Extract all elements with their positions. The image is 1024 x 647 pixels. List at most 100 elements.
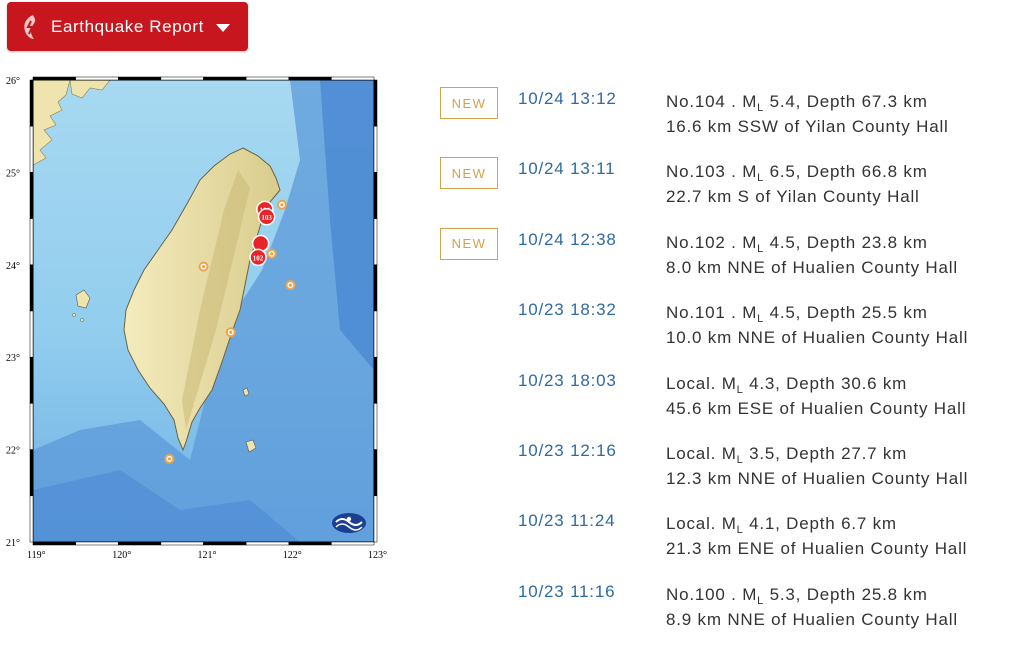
report-row[interactable]: 10/23 18:03 Local. ML 4.3, Depth 30.6 km 4…: [440, 366, 1024, 436]
report-info[interactable]: No.103 . ML 6.5, Depth 66.8 km 22.7 km S …: [666, 159, 928, 209]
report-info[interactable]: No.104 . ML 5.4, Depth 67.3 km 16.6 km SS…: [666, 89, 949, 139]
report-location: 8.0 km NNE of Hualien County Hall: [666, 257, 958, 277]
new-badge: NEW: [440, 87, 498, 119]
report-magnitude-line: No.104 . ML 5.4, Depth 67.3 km: [666, 89, 949, 114]
frame-segment: [29, 79, 34, 127]
lat-label: 25°: [6, 168, 20, 179]
earthquake-report-list: NEW 10/24 13:12 No.104 . ML 5.4, Depth 67.…: [440, 84, 1024, 647]
frame-segment: [203, 541, 247, 546]
event-marker-dot: [280, 203, 284, 207]
report-magnitude-line: No.102 . ML 4.5, Depth 23.8 km: [666, 230, 958, 255]
report-time[interactable]: 10/24 12:38: [518, 230, 617, 250]
frame-segment: [118, 76, 162, 81]
earthquake-icon: [21, 14, 43, 40]
cwa-logo-icon: [332, 513, 366, 533]
report-location: 12.3 km NNE of Hualien County Hall: [666, 468, 969, 488]
event-marker-dot: [288, 283, 293, 287]
magnitude-symbol: M: [721, 514, 737, 534]
report-location: 45.6 km ESE of Hualien County Hall: [666, 398, 967, 418]
frame-segment: [29, 264, 34, 312]
report-info[interactable]: No.100 . ML 5.3, Depth 25.8 km 8.9 km NNE…: [666, 582, 958, 632]
report-info[interactable]: Local. ML 4.3, Depth 30.6 km 45.6 km ESE …: [666, 371, 966, 421]
frame-segment: [29, 403, 34, 450]
report-location: 16.6 km SSW of Yilan County Hall: [666, 117, 949, 136]
lon-label: 122°: [283, 550, 302, 561]
frame-segment: [331, 541, 375, 546]
lat-label: 26°: [6, 76, 20, 87]
report-time[interactable]: 10/23 18:03: [518, 371, 617, 391]
report-magnitude-line: Local. ML 4.3, Depth 30.6 km: [666, 371, 966, 396]
report-magnitude-line: No.103 . ML 6.5, Depth 66.8 km: [666, 159, 928, 184]
report-id: No.102 .: [666, 232, 743, 252]
report-info[interactable]: No.102 . ML 4.5, Depth 23.8 km 8.0 km NNE…: [666, 230, 958, 280]
report-magnitude-line: Local. ML 4.1, Depth 6.7 km: [666, 511, 967, 536]
frame-segment: [373, 125, 378, 173]
report-time[interactable]: 10/23 11:16: [518, 582, 615, 602]
report-row[interactable]: NEW 10/24 13:11 No.103 . ML 6.5, Depth 66.…: [440, 154, 1024, 224]
lon-label: 120°: [112, 550, 131, 561]
magnitude-depth: 4.3, Depth 30.6 km: [743, 373, 908, 393]
frame-segment: [373, 449, 378, 497]
magnitude-depth: 4.5, Depth 25.5 km: [764, 303, 928, 323]
lon-label: 121°: [198, 550, 217, 561]
magnitude-depth: 3.5, Depth 27.7 km: [743, 443, 908, 463]
frame-segment: [373, 79, 378, 127]
lat-label: 23°: [6, 353, 20, 364]
event-marker-label: 103: [261, 214, 272, 222]
new-badge: NEW: [440, 157, 498, 190]
magnitude-symbol: M: [742, 303, 758, 323]
frame-segment: [75, 76, 119, 81]
frame-segment: [373, 218, 378, 266]
magnitude-symbol: M: [742, 232, 758, 252]
lat-label: 21°: [6, 538, 20, 549]
event-marker-dot: [201, 265, 206, 269]
report-location: 10.0 km NNE of Hualien County Hall: [666, 328, 969, 348]
report-time[interactable]: 10/24 13:11: [518, 159, 615, 179]
frame-segment: [29, 218, 34, 266]
frame-segment: [373, 264, 378, 312]
frame-segment: [288, 541, 332, 546]
report-id: No.101 .: [666, 303, 743, 323]
frame-segment: [160, 76, 204, 81]
magnitude-symbol: M: [742, 584, 758, 604]
new-badge: NEW: [440, 227, 498, 260]
report-time[interactable]: 10/23 18:32: [518, 300, 617, 320]
report-time[interactable]: 10/23 11:24: [518, 511, 615, 531]
frame-segment: [118, 541, 162, 546]
frame-segment: [373, 495, 378, 543]
report-row[interactable]: 10/23 11:24 Local. ML 4.1, Depth 6.7 km 21…: [440, 506, 1024, 576]
earthquake-report-dropdown-button[interactable]: Earthquake Report: [7, 2, 248, 51]
frame-segment: [373, 403, 378, 450]
frame-segment: [373, 356, 378, 404]
frame-segment: [29, 125, 34, 173]
report-row[interactable]: 10/23 11:16 No.100 . ML 5.3, Depth 25.8 k…: [440, 577, 1024, 647]
frame-segment: [32, 541, 76, 546]
report-info[interactable]: Local. ML 4.1, Depth 6.7 km 21.3 km ENE o…: [666, 511, 967, 561]
magnitude-subscript: L: [736, 524, 744, 537]
report-location: 21.3 km ENE of Hualien County Hall: [666, 539, 968, 559]
frame-segment: [29, 449, 34, 497]
frame-segment: [288, 76, 332, 81]
frame-segment: [245, 76, 289, 81]
magnitude-depth: 4.5, Depth 23.8 km: [764, 232, 928, 252]
frame-segment: [29, 172, 34, 219]
lat-label: 22°: [6, 446, 20, 457]
report-row[interactable]: NEW 10/24 12:38 No.102 . ML 4.5, Depth 23.…: [440, 225, 1024, 295]
frame-segment: [245, 541, 289, 546]
report-id: Local.: [666, 443, 722, 463]
magnitude-symbol: M: [721, 443, 737, 463]
earthquake-map[interactable]: 26° 25° 24° 23° 22° 21° 119° 120° 121° 122° 123° 1…: [0, 70, 400, 570]
report-row[interactable]: 10/23 12:16 Local. ML 3.5, Depth 27.7 km 1…: [440, 436, 1024, 506]
event-marker-label: 102: [253, 254, 264, 262]
magnitude-depth: 5.4, Depth 67.3 km: [764, 92, 928, 111]
frame-segment: [29, 356, 34, 404]
report-time[interactable]: 10/23 12:16: [518, 441, 617, 461]
report-time[interactable]: 10/24 13:12: [518, 89, 617, 109]
report-row[interactable]: 10/23 18:32 No.101 . ML 4.5, Depth 25.5 k…: [440, 295, 1024, 365]
frame-segment: [373, 310, 378, 358]
report-info[interactable]: No.101 . ML 4.5, Depth 25.5 km 10.0 km NN…: [666, 300, 968, 350]
report-row[interactable]: NEW 10/24 13:12 No.104 . ML 5.4, Depth 67.…: [440, 84, 1024, 154]
event-marker-dot: [229, 330, 233, 334]
magnitude-subscript: L: [736, 383, 744, 396]
report-info[interactable]: Local. ML 3.5, Depth 27.7 km 12.3 km NNE …: [666, 441, 968, 491]
